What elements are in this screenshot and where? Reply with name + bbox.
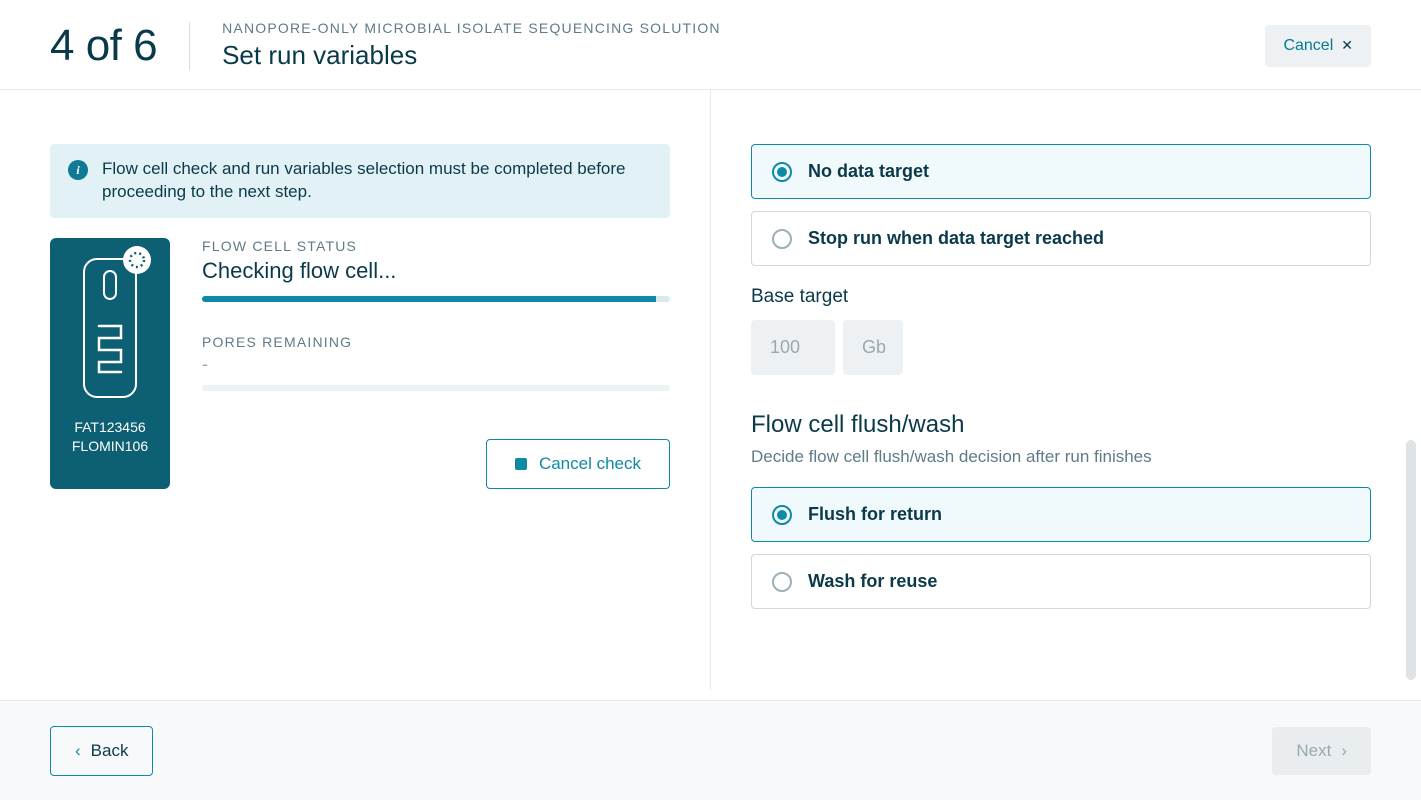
main-content: i Flow cell check and run variables sele…: [0, 90, 1421, 690]
radio-icon: [772, 572, 792, 592]
radio-stop-when-target[interactable]: Stop run when data target reached: [751, 211, 1371, 266]
next-button-label: Next: [1296, 741, 1331, 761]
pores-remaining-value: -: [202, 354, 670, 375]
cancel-check-button[interactable]: Cancel check: [486, 439, 670, 489]
radio-label: Stop run when data target reached: [808, 228, 1104, 249]
flow-cell-device-icon: [83, 258, 137, 398]
base-target-field: 100 Gb: [751, 320, 1371, 375]
info-banner-text: Flow cell check and run variables select…: [102, 158, 652, 204]
close-icon: ✕: [1341, 37, 1353, 54]
page-title: Set run variables: [222, 40, 1265, 71]
flush-wash-title: Flow cell flush/wash: [751, 411, 1371, 439]
flow-cell-status-label: FLOW CELL STATUS: [202, 238, 670, 254]
header-divider: [189, 22, 190, 70]
spinner-icon: [123, 246, 151, 274]
info-icon: i: [68, 160, 88, 180]
chevron-right-icon: ›: [1341, 741, 1347, 761]
radio-label: Wash for reuse: [808, 571, 937, 592]
back-button-label: Back: [91, 741, 129, 761]
pores-remaining-label: PORES REMAINING: [202, 334, 670, 350]
radio-flush-for-return[interactable]: Flush for return: [751, 487, 1371, 542]
back-button[interactable]: ‹ Back: [50, 726, 153, 776]
header-titles: NANOPORE-ONLY MICROBIAL ISOLATE SEQUENCI…: [222, 20, 1265, 71]
flow-cell-card: FAT123456 FLOMIN106: [50, 238, 170, 489]
flow-cell-status-value: Checking flow cell...: [202, 258, 670, 284]
wizard-footer: ‹ Back Next ›: [0, 700, 1421, 800]
flow-cell-status-progress: [202, 296, 670, 302]
left-column: i Flow cell check and run variables sele…: [50, 90, 710, 690]
right-column: No data target Stop run when data target…: [710, 90, 1371, 690]
flow-cell-status-panel: FLOW CELL STATUS Checking flow cell... P…: [202, 238, 670, 489]
info-banner: i Flow cell check and run variables sele…: [50, 144, 670, 218]
wizard-header: 4 of 6 NANOPORE-ONLY MICROBIAL ISOLATE S…: [0, 0, 1421, 90]
flow-cell-id: FAT123456: [60, 418, 160, 437]
radio-wash-for-reuse[interactable]: Wash for reuse: [751, 554, 1371, 609]
flow-cell-type: FLOMIN106: [60, 437, 160, 456]
radio-icon: [772, 229, 792, 249]
radio-icon: [772, 505, 792, 525]
radio-label: No data target: [808, 161, 929, 182]
progress-bar-fill: [202, 296, 656, 302]
radio-icon: [772, 162, 792, 182]
next-button[interactable]: Next ›: [1272, 727, 1371, 775]
cancel-check-label: Cancel check: [539, 454, 641, 474]
base-target-input[interactable]: 100: [751, 320, 835, 375]
scrollbar[interactable]: [1406, 440, 1416, 680]
base-target-unit[interactable]: Gb: [843, 320, 903, 375]
step-counter: 4 of 6: [50, 21, 157, 71]
radio-label: Flush for return: [808, 504, 942, 525]
stop-icon: [515, 458, 527, 470]
radio-no-data-target[interactable]: No data target: [751, 144, 1371, 199]
cancel-button-label: Cancel: [1283, 37, 1333, 55]
pores-remaining-bar: [202, 385, 670, 391]
flush-wash-desc: Decide flow cell flush/wash decision aft…: [751, 447, 1371, 467]
cancel-button[interactable]: Cancel ✕: [1265, 25, 1371, 67]
chevron-left-icon: ‹: [75, 741, 81, 761]
base-target-label: Base target: [751, 286, 1371, 308]
header-subtitle: NANOPORE-ONLY MICROBIAL ISOLATE SEQUENCI…: [222, 20, 1265, 36]
flow-cell-row: FAT123456 FLOMIN106 FLOW CELL STATUS Che…: [50, 238, 670, 489]
